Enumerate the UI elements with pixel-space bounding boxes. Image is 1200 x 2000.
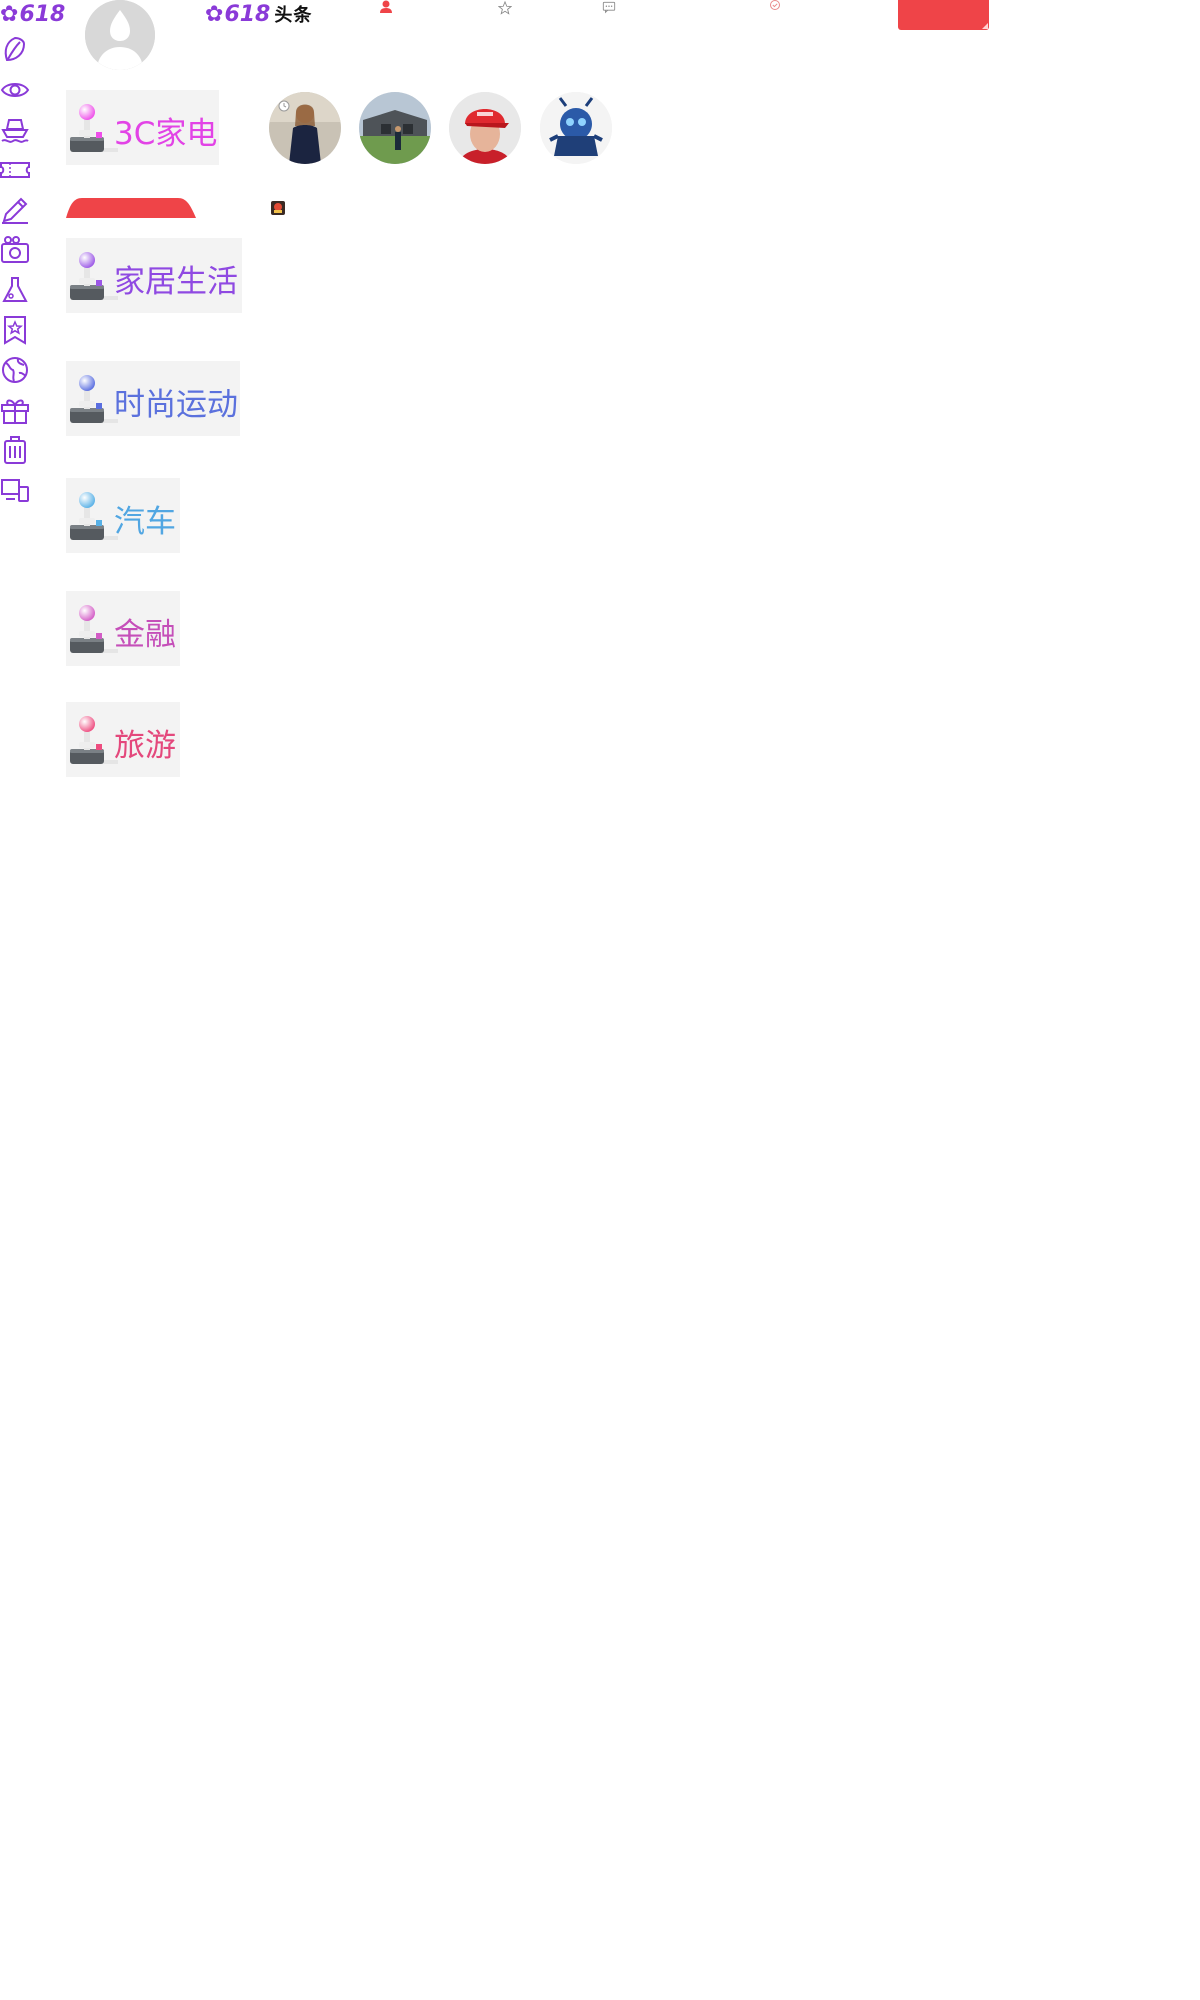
star-icon[interactable] — [498, 0, 512, 16]
category-fashion-sports[interactable]: 时尚运动 — [66, 361, 240, 436]
headline-logo-suffix: 头条 — [274, 5, 313, 26]
brand-headline-logo[interactable]: ✿ 618 头条 — [205, 0, 312, 28]
story-photo-house — [359, 92, 431, 164]
avatar[interactable] — [85, 0, 155, 70]
joystick-icon — [70, 492, 118, 540]
luggage-icon[interactable] — [0, 435, 30, 465]
camera-icon[interactable] — [0, 235, 30, 265]
joystick-icon — [70, 252, 118, 300]
story-avatar[interactable] — [540, 92, 612, 164]
category-finance[interactable]: 金融 — [66, 591, 180, 666]
category-3c-appliances[interactable]: 3C家电 — [66, 90, 219, 165]
brand-logo[interactable]: ✿ 618 — [0, 0, 65, 28]
active-tab-indicator[interactable] — [66, 196, 196, 218]
category-label: 时尚运动 — [114, 387, 238, 423]
joystick-icon — [70, 605, 118, 653]
clock-icon — [278, 100, 290, 112]
story-avatar[interactable] — [359, 92, 431, 164]
category-home-living[interactable]: 家居生活 — [66, 238, 242, 313]
category-travel[interactable]: 旅游 — [66, 702, 180, 777]
small-badge-icon — [271, 201, 285, 215]
globe-icon[interactable] — [0, 355, 30, 385]
pencil-icon[interactable] — [0, 195, 30, 225]
gift-icon[interactable] — [0, 395, 30, 425]
joystick-icon — [70, 716, 118, 764]
ship-icon[interactable] — [0, 115, 30, 145]
devices-icon[interactable] — [0, 475, 30, 505]
message-icon[interactable] — [602, 0, 616, 16]
circle-check-icon[interactable] — [768, 0, 782, 16]
category-label: 3C家电 — [114, 116, 218, 152]
category-label: 汽车 — [114, 504, 176, 540]
headline-logo-number: 618 — [224, 1, 271, 27]
eye-icon[interactable] — [0, 75, 30, 105]
bookmark-star-icon[interactable] — [0, 315, 30, 345]
category-label: 金融 — [114, 617, 176, 653]
gear-logo-icon: ✿ — [205, 1, 224, 27]
joystick-icon — [70, 104, 118, 152]
joystick-icon — [70, 375, 118, 423]
flask-icon[interactable] — [0, 275, 30, 305]
gear-logo-icon: ✿ — [0, 1, 19, 27]
ticket-icon[interactable] — [0, 155, 30, 185]
story-avatar[interactable] — [449, 92, 521, 164]
brand-logo-text: 618 — [19, 1, 66, 27]
leaf-icon[interactable] — [0, 35, 30, 65]
user-icon[interactable] — [379, 0, 393, 16]
avatar-placeholder-icon — [85, 0, 155, 70]
top-action-button[interactable] — [898, 0, 989, 30]
category-label: 家居生活 — [114, 264, 238, 300]
story-photo-cap — [449, 92, 521, 164]
category-automotive[interactable]: 汽车 — [66, 478, 180, 553]
story-photo-robot — [540, 92, 612, 164]
category-label: 旅游 — [114, 728, 176, 764]
